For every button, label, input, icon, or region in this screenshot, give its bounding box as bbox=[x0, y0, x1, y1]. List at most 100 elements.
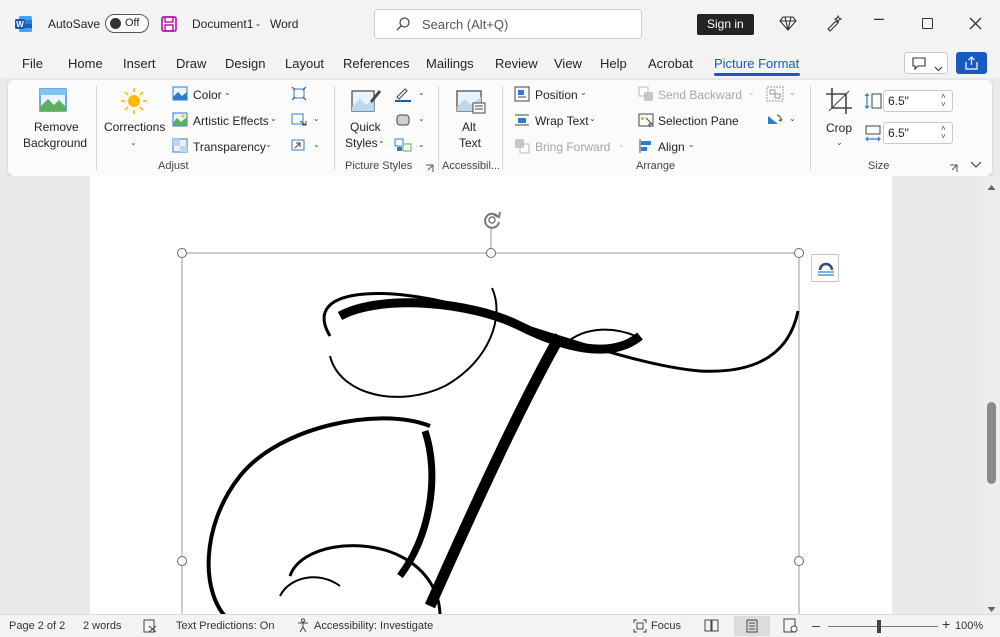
tab-file[interactable]: File bbox=[22, 56, 43, 71]
rotate-handle-icon[interactable] bbox=[481, 209, 503, 234]
crop-chevron-icon[interactable]: ⌄ bbox=[836, 138, 843, 147]
tab-draw[interactable]: Draw bbox=[176, 56, 206, 71]
crop-label[interactable]: Crop bbox=[826, 121, 852, 135]
picture-effects-icon[interactable] bbox=[394, 112, 412, 131]
read-mode-icon[interactable] bbox=[704, 619, 719, 635]
dialog-launcher-icon[interactable] bbox=[425, 162, 434, 176]
corrections-label[interactable]: Corrections bbox=[104, 120, 165, 134]
picture-layout-icon[interactable] bbox=[394, 137, 412, 156]
reset-picture-chevron-icon[interactable]: ⌄ bbox=[313, 140, 320, 149]
change-picture-chevron-icon[interactable]: ⌄ bbox=[313, 114, 320, 123]
alt-text-label-1[interactable]: Alt bbox=[462, 120, 476, 134]
word-count[interactable]: 2 words bbox=[83, 620, 122, 632]
tab-insert[interactable]: Insert bbox=[123, 56, 156, 71]
artistic-effects-label[interactable]: Artistic Effects bbox=[193, 114, 269, 128]
picture-border-chevron-icon[interactable]: ⌄ bbox=[418, 88, 425, 97]
crop-icon[interactable] bbox=[825, 87, 853, 118]
picture-layout-chevron-icon[interactable]: ⌄ bbox=[418, 140, 425, 149]
scroll-up-icon[interactable] bbox=[987, 180, 996, 194]
quick-styles-icon[interactable] bbox=[350, 87, 382, 120]
color-chevron-icon[interactable]: ⌄ bbox=[224, 88, 231, 97]
change-picture-icon[interactable] bbox=[291, 112, 307, 130]
scroll-thumb[interactable] bbox=[987, 402, 996, 484]
position-icon[interactable] bbox=[514, 86, 530, 105]
search-box[interactable]: Search (Alt+Q) bbox=[374, 9, 642, 39]
artistic-effects-chevron-icon[interactable]: ⌄ bbox=[270, 114, 277, 123]
reset-picture-icon[interactable] bbox=[291, 138, 307, 156]
artistic-effects-icon[interactable] bbox=[172, 112, 188, 130]
wrap-text-icon[interactable] bbox=[514, 112, 530, 131]
diamond-icon[interactable] bbox=[779, 14, 797, 35]
selection-pane-icon[interactable] bbox=[638, 112, 654, 131]
accessibility-icon[interactable] bbox=[296, 618, 311, 636]
corrections-icon[interactable] bbox=[119, 86, 149, 119]
print-layout-button[interactable] bbox=[734, 616, 770, 636]
tab-home[interactable]: Home bbox=[68, 56, 103, 71]
layout-options-button[interactable] bbox=[811, 254, 839, 282]
selection-pane-label[interactable]: Selection Pane bbox=[658, 114, 739, 128]
height-down-icon[interactable]: ˅ bbox=[941, 100, 946, 109]
picture-effects-chevron-icon[interactable]: ⌄ bbox=[418, 114, 425, 123]
rotate-objects-chevron-icon[interactable]: ⌄ bbox=[789, 114, 796, 123]
color-label[interactable]: Color bbox=[193, 88, 222, 102]
quick-styles-chevron-icon[interactable]: ⌄ bbox=[378, 136, 385, 145]
save-icon[interactable] bbox=[160, 15, 178, 33]
zoom-in-button[interactable]: + bbox=[942, 616, 950, 632]
autosave-toggle[interactable]: Off bbox=[105, 14, 149, 33]
shape-height-input[interactable]: 6.5" ˄ ˅ bbox=[883, 90, 953, 112]
quick-styles-label-2[interactable]: Styles bbox=[345, 136, 378, 150]
text-predictions-status[interactable]: Text Predictions: On bbox=[176, 620, 274, 632]
transparency-icon[interactable] bbox=[172, 138, 188, 156]
remove-background-icon[interactable] bbox=[38, 87, 68, 118]
tab-acrobat[interactable]: Acrobat bbox=[648, 56, 693, 71]
transparency-label[interactable]: Transparency bbox=[193, 140, 266, 154]
proofing-icon[interactable] bbox=[143, 619, 157, 636]
tab-review[interactable]: Review bbox=[495, 56, 538, 71]
page-indicator[interactable]: Page 2 of 2 bbox=[9, 620, 65, 632]
width-down-icon[interactable]: ˅ bbox=[941, 132, 946, 141]
collapse-ribbon-icon[interactable] bbox=[970, 158, 982, 172]
picture-border-icon[interactable] bbox=[394, 86, 412, 105]
alt-text-icon[interactable] bbox=[455, 87, 487, 120]
align-icon[interactable] bbox=[638, 138, 654, 157]
transparency-chevron-icon[interactable]: ⌄ bbox=[265, 140, 272, 149]
tab-help[interactable]: Help bbox=[600, 56, 627, 71]
focus-icon[interactable] bbox=[633, 619, 647, 636]
tab-mailings[interactable]: Mailings bbox=[426, 56, 474, 71]
wrap-text-label[interactable]: Wrap Text bbox=[535, 114, 589, 128]
minimize-button[interactable]: – bbox=[874, 8, 884, 29]
align-label[interactable]: Align bbox=[658, 140, 685, 154]
close-button[interactable] bbox=[969, 17, 982, 33]
position-chevron-icon[interactable]: ⌄ bbox=[580, 88, 587, 97]
tab-picture-format[interactable]: Picture Format bbox=[714, 56, 799, 71]
zoom-out-button[interactable]: – bbox=[812, 617, 820, 633]
tab-design[interactable]: Design bbox=[225, 56, 265, 71]
comments-button[interactable] bbox=[904, 52, 948, 74]
tab-references[interactable]: References bbox=[343, 56, 409, 71]
maximize-button[interactable] bbox=[922, 18, 933, 29]
color-icon[interactable] bbox=[172, 86, 188, 104]
shape-width-input[interactable]: 6.5" ˄ ˅ bbox=[883, 122, 953, 144]
tab-layout[interactable]: Layout bbox=[285, 56, 324, 71]
focus-label[interactable]: Focus bbox=[651, 620, 681, 632]
zoom-level[interactable]: 100% bbox=[955, 620, 983, 632]
accessibility-status[interactable]: Accessibility: Investigate bbox=[314, 620, 433, 632]
corrections-chevron-icon[interactable]: ⌄ bbox=[130, 138, 137, 147]
alt-text-label-2[interactable]: Text bbox=[459, 136, 481, 150]
sign-in-button[interactable]: Sign in bbox=[697, 14, 754, 35]
wrap-text-chevron-icon[interactable]: ⌄ bbox=[589, 114, 596, 123]
selected-picture[interactable] bbox=[0, 176, 983, 614]
zoom-slider[interactable] bbox=[828, 620, 938, 633]
align-chevron-icon[interactable]: ⌄ bbox=[688, 140, 695, 149]
size-dialog-launcher-icon[interactable] bbox=[949, 162, 958, 176]
vertical-scrollbar[interactable] bbox=[983, 176, 1000, 614]
tab-view[interactable]: View bbox=[554, 56, 582, 71]
compress-pictures-icon[interactable] bbox=[291, 86, 307, 104]
position-label[interactable]: Position bbox=[535, 88, 578, 102]
web-layout-icon[interactable] bbox=[783, 618, 798, 636]
share-button[interactable] bbox=[956, 52, 987, 74]
designer-pen-icon[interactable] bbox=[824, 13, 844, 36]
quick-styles-label-1[interactable]: Quick bbox=[350, 120, 381, 134]
zoom-slider-thumb[interactable] bbox=[877, 620, 881, 633]
rotate-objects-icon[interactable] bbox=[766, 112, 784, 131]
